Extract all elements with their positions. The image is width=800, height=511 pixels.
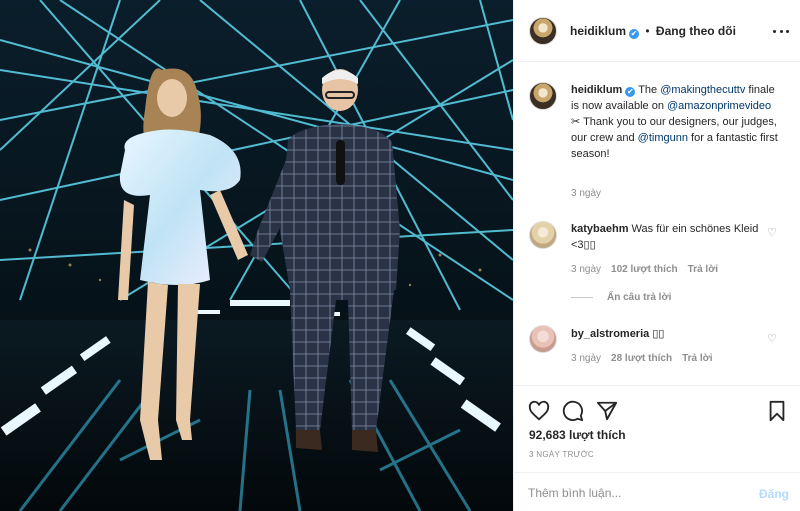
comment-username[interactable]: katybaehm bbox=[571, 223, 628, 235]
post-time[interactable]: 3 NGÀY TRƯỚC bbox=[529, 450, 594, 459]
caption-username[interactable]: heidiklum bbox=[571, 84, 622, 96]
verified-badge-icon: ✔ bbox=[625, 87, 636, 97]
caption-time[interactable]: 3 ngày bbox=[571, 188, 601, 199]
hide-replies-button[interactable]: Ẩn câu trả lời bbox=[571, 292, 671, 303]
comment-item: by_alstromeria ▯▯ bbox=[571, 326, 761, 342]
like-count-label: 92,683 lượt thích bbox=[529, 428, 626, 442]
comment-username[interactable]: by_alstromeria bbox=[571, 328, 649, 340]
comments-list[interactable]: heidiklum ✔ The @makingthecuttv finale is… bbox=[514, 62, 800, 385]
mention-link[interactable]: @makingthecuttv bbox=[660, 84, 745, 96]
heart-icon[interactable] bbox=[528, 400, 550, 422]
runway-photo-illustration bbox=[0, 0, 513, 511]
mention-link[interactable]: @timgunn bbox=[638, 132, 688, 144]
hide-replies-label: Ẩn câu trả lời bbox=[607, 292, 672, 303]
comment-heart-icon[interactable]: ♡ bbox=[767, 226, 777, 239]
separator-dot: • bbox=[645, 24, 650, 38]
replies-divider bbox=[571, 296, 593, 298]
caption-author-avatar[interactable] bbox=[529, 82, 557, 110]
comment-text: ▯▯ bbox=[652, 328, 665, 340]
comment-time[interactable]: 3 ngày bbox=[571, 353, 601, 364]
add-comment-bar: Đăng bbox=[514, 472, 800, 511]
mention-link[interactable]: @amazonprimevideo bbox=[667, 100, 771, 112]
comment-input[interactable] bbox=[528, 483, 738, 503]
verified-badge-icon: ✔ bbox=[629, 29, 640, 39]
author-username[interactable]: heidiklum bbox=[570, 24, 626, 38]
caption-text-part: The bbox=[638, 84, 661, 96]
reply-button[interactable]: Trả lời bbox=[682, 353, 712, 364]
following-button[interactable]: Đang theo dõi bbox=[656, 24, 736, 38]
author-avatar[interactable] bbox=[529, 17, 557, 45]
post-header: heidiklum ✔ • Đang theo dõi bbox=[514, 0, 800, 62]
comment-icon[interactable] bbox=[562, 400, 584, 422]
more-horizontal-icon[interactable] bbox=[773, 24, 789, 38]
share-icon[interactable] bbox=[596, 400, 618, 422]
like-count[interactable]: 92,683 lượt thích bbox=[529, 428, 626, 442]
comment-meta: 3 ngày 28 lượt thích Trả lời bbox=[571, 353, 713, 364]
bookmark-icon[interactable] bbox=[766, 400, 788, 422]
reply-button[interactable]: Trả lời bbox=[688, 264, 718, 275]
author-line: heidiklum ✔ • Đang theo dõi bbox=[570, 24, 736, 39]
post-sidebar: heidiklum ✔ • Đang theo dõi heidiklum ✔ Th… bbox=[513, 0, 800, 511]
commenter-avatar[interactable] bbox=[529, 325, 557, 353]
comment-item: katybaehm Was für ein schönes Kleid <3▯▯ bbox=[571, 221, 761, 253]
post-photo[interactable] bbox=[0, 0, 513, 511]
comment-meta: 3 ngày 102 lượt thích Trả lời bbox=[571, 264, 718, 275]
instagram-post-modal: heidiklum ✔ • Đang theo dõi heidiklum ✔ Th… bbox=[0, 0, 800, 511]
caption-text: heidiklum ✔ The @makingthecuttv finale is… bbox=[571, 82, 781, 162]
comment-heart-icon[interactable]: ♡ bbox=[767, 332, 777, 345]
comment-likes[interactable]: 28 lượt thích bbox=[611, 353, 672, 364]
comment-likes[interactable]: 102 lượt thích bbox=[611, 264, 678, 275]
comment-time[interactable]: 3 ngày bbox=[571, 264, 601, 275]
post-comment-button[interactable]: Đăng bbox=[759, 487, 789, 501]
commenter-avatar[interactable] bbox=[529, 221, 557, 249]
